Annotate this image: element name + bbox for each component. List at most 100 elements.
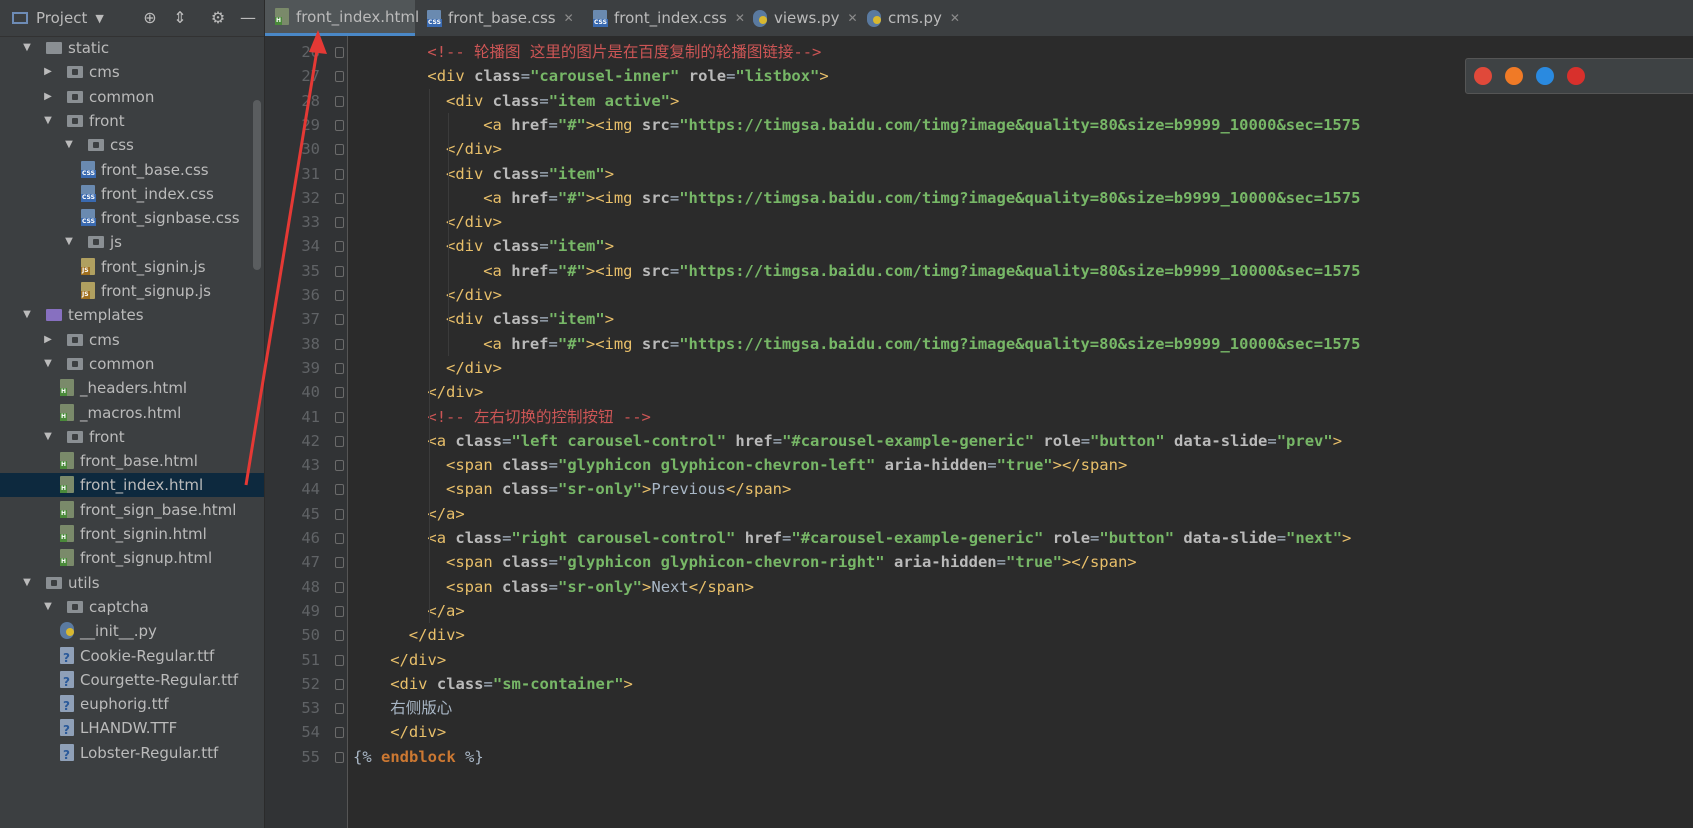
fold-marker-icon[interactable] (335, 338, 344, 350)
tree-folder[interactable]: ▼ templates (0, 303, 264, 327)
tree-folder[interactable]: ▼ static (0, 36, 264, 60)
tab-views-py[interactable]: views.py ✕ (743, 0, 858, 36)
fold-marker-icon[interactable] (335, 168, 344, 180)
fold-marker-icon[interactable] (335, 265, 344, 277)
fold-marker-icon[interactable] (335, 47, 344, 58)
tree-file[interactable]: __init__.py (0, 619, 264, 643)
tree-file[interactable]: Hfront_sign_base.html (0, 498, 264, 522)
code-line[interactable]: </div> (409, 623, 465, 647)
fold-marker-icon[interactable] (335, 484, 344, 496)
code-line[interactable]: </div> (390, 648, 446, 672)
chevron-down-icon[interactable]: ▼ (41, 109, 55, 133)
hide-panel-icon[interactable]: — (238, 8, 258, 28)
code-line[interactable]: 右侧版心 (390, 696, 452, 720)
fold-marker-icon[interactable] (335, 605, 344, 617)
code-line[interactable]: <div class="carousel-inner" role="listbo… (427, 64, 828, 88)
code-line[interactable]: <div class="item active"> (446, 89, 679, 113)
code-line[interactable]: <!-- 左右切换的控制按钮 --> (427, 405, 651, 429)
chevron-down-icon[interactable]: ▼ (41, 425, 55, 449)
fold-marker-icon[interactable] (335, 727, 344, 739)
fold-marker-icon[interactable] (335, 71, 344, 83)
code-line[interactable]: {% endblock %} (353, 745, 484, 769)
code-line[interactable]: </div> (427, 380, 483, 404)
tree-file[interactable]: Hfront_signup.html (0, 546, 264, 570)
tree-file[interactable]: H _headers.html (0, 376, 264, 400)
fold-marker-icon[interactable] (335, 217, 344, 229)
fold-marker-icon[interactable] (335, 508, 344, 520)
code-editor[interactable]: 26 27 28 29 30 31 32 33 34 35 36 37 38 39 40 41 42 43 44 45… (265, 36, 1693, 828)
fold-marker-icon[interactable] (335, 751, 344, 763)
chevron-down-icon[interactable]: ▼ (41, 595, 55, 619)
chevron-down-icon[interactable]: ▼ (95, 12, 103, 25)
code-line[interactable]: <a class="left carousel-control" href="#… (427, 429, 1342, 453)
opera-icon[interactable] (1567, 67, 1585, 85)
fold-marker-icon[interactable] (335, 119, 344, 131)
tree-folder[interactable]: ▼ common (0, 352, 264, 376)
gear-icon[interactable]: ⚙ (208, 8, 228, 28)
collapse-all-icon[interactable]: ⇕ (170, 8, 190, 28)
tree-folder[interactable]: ▼ captcha (0, 595, 264, 619)
chrome-icon[interactable] (1474, 67, 1492, 85)
code-line[interactable]: </a> (427, 502, 464, 526)
chevron-right-icon[interactable]: ▶ (41, 85, 55, 109)
safari-icon[interactable] (1536, 67, 1554, 85)
tab-front-index-html[interactable]: Hfront_index.html✕ (265, 0, 437, 36)
tree-file[interactable]: Lobster-Regular.ttf (0, 741, 264, 767)
code-line[interactable]: </a> (427, 599, 464, 623)
fold-marker-icon[interactable] (335, 144, 344, 156)
firefox-icon[interactable] (1505, 67, 1523, 85)
tree-folder[interactable]: ▼ css (0, 133, 264, 157)
code-line[interactable]: </div> (446, 283, 502, 307)
code-line[interactable]: </div> (446, 137, 502, 161)
fold-marker-icon[interactable] (335, 95, 344, 107)
tree-folder[interactable]: ▶ cms (0, 60, 264, 84)
code-line[interactable]: <div class="sm-container"> (390, 672, 633, 696)
tab-front-index-css[interactable]: CSS front_index.css ✕ (583, 0, 745, 36)
chevron-right-icon[interactable]: ▶ (41, 328, 55, 352)
fold-marker-icon[interactable] (335, 703, 344, 715)
code-line[interactable]: <span class="sr-only">Previous</span> (446, 477, 791, 501)
fold-marker-icon[interactable] (335, 192, 344, 204)
tree-file[interactable]: JS front_signin.js (0, 255, 264, 279)
tree-file[interactable]: Hfront_base.html (0, 449, 264, 473)
chevron-down-icon[interactable]: ▼ (20, 36, 34, 60)
tree-file[interactable]: euphorig.ttf (0, 692, 264, 718)
tree-file[interactable]: CSS front_base.css (0, 158, 264, 182)
tree-scrollbar[interactable] (253, 100, 261, 270)
fold-marker-icon[interactable] (335, 678, 344, 690)
tree-file[interactable]: Cookie-Regular.ttf (0, 644, 264, 670)
tree-folder[interactable]: ▼ js (0, 230, 264, 254)
fold-marker-icon[interactable] (335, 362, 344, 374)
code-line[interactable]: <a href="#"><img src="https://timgsa.bai… (483, 113, 1360, 137)
code-line[interactable]: <a href="#"><img src="https://timgsa.bai… (483, 259, 1360, 283)
tree-folder[interactable]: ▶ common (0, 85, 264, 109)
tree-folder[interactable]: ▼ utils (0, 571, 264, 595)
tree-file[interactable]: CSS front_index.css (0, 182, 264, 206)
tree-file[interactable]: H _macros.html (0, 401, 264, 425)
tree-file[interactable]: Hfront_signin.html (0, 522, 264, 546)
fold-marker-icon[interactable] (335, 435, 344, 447)
code-line[interactable]: <div class="item"> (446, 307, 614, 331)
fold-marker-icon[interactable] (335, 654, 344, 666)
fold-marker-icon[interactable] (335, 241, 344, 253)
tree-file[interactable]: CSS front_signbase.css (0, 206, 264, 230)
code-line[interactable]: </div> (390, 720, 446, 744)
code-line[interactable]: </div> (446, 356, 502, 380)
fold-marker-icon[interactable] (335, 387, 344, 399)
code-line[interactable]: <a href="#"><img src="https://timgsa.bai… (483, 332, 1360, 356)
fold-marker-icon[interactable] (335, 557, 344, 569)
chevron-right-icon[interactable]: ▶ (41, 60, 55, 84)
close-icon[interactable]: ✕ (950, 11, 960, 25)
code-line[interactable]: <!-- 轮播图 这里的图片是在百度复制的轮播图链接--> (427, 40, 821, 64)
code-line[interactable]: <div class="item"> (446, 162, 614, 186)
chevron-down-icon[interactable]: ▼ (20, 303, 34, 327)
code-line[interactable]: <span class="glyphicon glyphicon-chevron… (446, 550, 1137, 574)
locate-icon[interactable]: ⊕ (140, 8, 160, 28)
tree-folder[interactable]: ▶ cms (0, 328, 264, 352)
code-line[interactable]: <a href="#"><img src="https://timgsa.bai… (483, 186, 1360, 210)
fold-marker-icon[interactable] (335, 314, 344, 326)
chevron-down-icon[interactable]: ▼ (41, 352, 55, 376)
fold-marker-icon[interactable] (335, 581, 344, 593)
fold-marker-icon[interactable] (335, 460, 344, 472)
code-line[interactable]: <div class="item"> (446, 234, 614, 258)
